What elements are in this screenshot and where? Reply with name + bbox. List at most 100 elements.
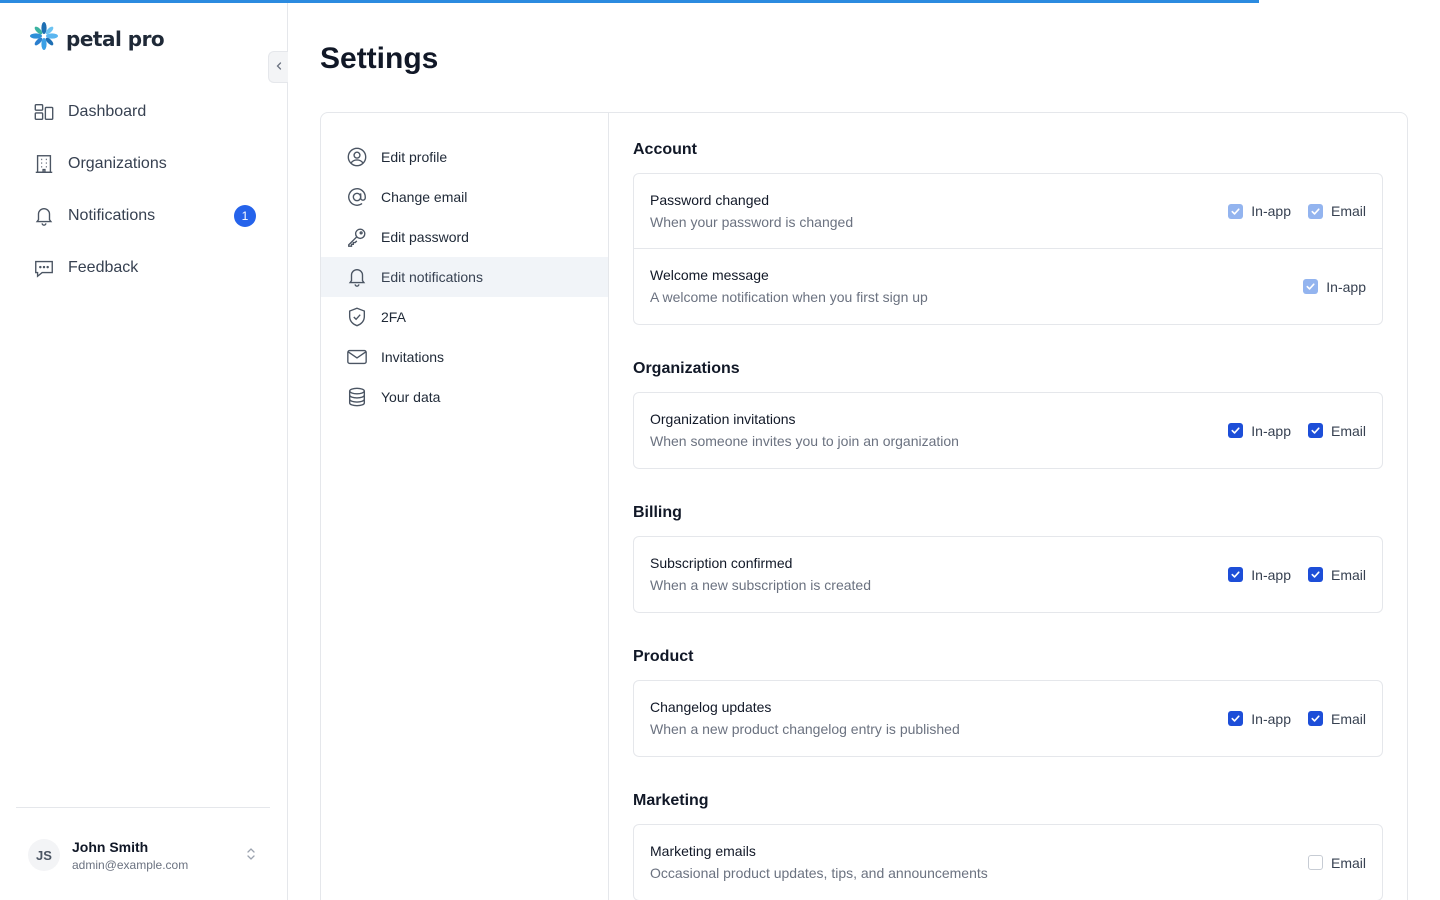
organizations-notifications-card: Organization invitations When someone in… [633, 392, 1383, 469]
chevron-up-down-icon [244, 846, 258, 867]
sidebar-item-notifications[interactable]: Notifications 1 [16, 190, 272, 242]
settings-nav-label: Edit profile [381, 149, 448, 165]
checkbox[interactable] [1228, 711, 1244, 726]
sidebar-item-label: Organizations [68, 155, 167, 172]
billing-notifications-card: Subscription confirmed When a new subscr… [633, 536, 1383, 613]
checkbox-label: Email [1330, 203, 1366, 219]
notification-title: Marketing emails [650, 843, 756, 859]
product-notifications-card: Changelog updates When a new product cha… [633, 680, 1383, 757]
section-title-billing: Billing [633, 504, 682, 521]
checkbox[interactable] [1228, 203, 1244, 219]
user-circle-icon [345, 145, 369, 169]
shield-check-icon [345, 305, 369, 329]
page-title: Settings [320, 42, 439, 75]
checkbox[interactable] [1228, 567, 1244, 582]
notification-description: When a new product changelog entry is pu… [650, 721, 960, 737]
checkbox-label: Email [1330, 710, 1366, 727]
collapse-sidebar-button[interactable] [268, 51, 288, 83]
checkbox-label: In-app [1326, 278, 1366, 295]
sidebar-item-organizations[interactable]: Organizations [16, 138, 272, 190]
email-checkbox-option[interactable]: Email [1307, 710, 1366, 727]
notification-title: Password changed [650, 192, 770, 208]
notification-row: Welcome message A welcome notification w… [634, 249, 1382, 324]
checkbox[interactable] [1307, 423, 1323, 438]
settings-nav: Edit profile Change email Edit password … [321, 113, 609, 900]
notification-row: Password changed When your password is c… [634, 174, 1382, 249]
settings-panel: Edit profile Change email Edit password … [320, 112, 1408, 900]
email-checkbox-option[interactable]: Email [1307, 203, 1366, 219]
notification-description: A welcome notification when you first si… [650, 289, 928, 305]
user-menu[interactable]: JS John Smith admin@example.com [28, 836, 260, 874]
in-app-checkbox-option[interactable]: In-app [1303, 279, 1366, 295]
avatar: JS [28, 839, 60, 871]
checkbox-label: In-app [1251, 422, 1291, 439]
marketing-notifications-card: Marketing emails Occasional product upda… [633, 824, 1383, 900]
notification-description: When a new subscription is created [650, 577, 871, 593]
notification-count-badge: 1 [234, 205, 256, 227]
user-name: John Smith [72, 838, 149, 855]
settings-nav-label: Invitations [381, 349, 445, 365]
section-title-account: Account [633, 141, 697, 158]
in-app-checkbox-option[interactable]: In-app [1228, 203, 1291, 219]
in-app-checkbox-option[interactable]: In-app [1228, 423, 1291, 439]
email-checkbox-option[interactable]: Email [1307, 567, 1366, 583]
checkbox[interactable] [1228, 423, 1244, 438]
sidebar-item-dashboard[interactable]: Dashboard [16, 86, 272, 138]
chat-icon [32, 256, 56, 280]
notification-row: Organization invitations When someone in… [634, 393, 1382, 468]
settings-nav-your-data[interactable]: Your data [321, 377, 608, 417]
checkbox[interactable] [1307, 567, 1323, 582]
checkbox[interactable] [1303, 279, 1319, 294]
chevron-left-icon [274, 60, 284, 74]
section-title-marketing: Marketing [633, 792, 709, 809]
notification-title: Welcome message [650, 267, 769, 283]
notification-title: Changelog updates [650, 699, 772, 715]
sidebar-divider [16, 807, 270, 808]
settings-nav-label: 2FA [381, 309, 406, 325]
envelope-icon [345, 345, 369, 369]
in-app-checkbox-option[interactable]: In-app [1228, 567, 1291, 583]
at-sign-icon [345, 185, 369, 209]
sidebar-item-feedback[interactable]: Feedback [16, 242, 272, 294]
petal-logo-icon [28, 20, 60, 57]
checkbox-label: Email [1330, 422, 1366, 439]
settings-nav-2fa[interactable]: 2FA [321, 297, 608, 337]
sidebar: petal pro Dashboard Organizations Notifi… [0, 0, 288, 900]
sidebar-item-label: Dashboard [68, 103, 147, 120]
notification-description: Occasional product updates, tips, and an… [650, 865, 988, 881]
settings-nav-edit-notifications[interactable]: Edit notifications [321, 257, 608, 297]
account-notifications-card: Password changed When your password is c… [633, 173, 1383, 325]
in-app-checkbox-option[interactable]: In-app [1228, 711, 1291, 727]
notification-description: When your password is changed [650, 214, 854, 230]
settings-nav-label: Change email [381, 189, 468, 205]
checkbox-label: In-app [1251, 203, 1291, 219]
settings-nav-edit-password[interactable]: Edit password [321, 217, 608, 257]
settings-nav-edit-profile[interactable]: Edit profile [321, 137, 608, 177]
page-load-progress-bar [0, 0, 1259, 3]
bell-icon [345, 265, 369, 289]
notification-title: Subscription confirmed [650, 555, 793, 571]
checkbox[interactable] [1307, 711, 1323, 726]
settings-nav-change-email[interactable]: Change email [321, 177, 608, 217]
checkbox-label: Email [1330, 854, 1366, 871]
settings-nav-invitations[interactable]: Invitations [321, 337, 608, 377]
email-checkbox-option[interactable]: Email [1307, 854, 1366, 871]
building-icon [32, 152, 56, 176]
email-checkbox-option[interactable]: Email [1307, 422, 1366, 439]
sidebar-item-label: Feedback [68, 259, 139, 276]
notification-description: When someone invites you to join an orga… [650, 433, 959, 449]
checkbox[interactable] [1307, 203, 1323, 219]
settings-nav-label: Edit password [381, 229, 469, 245]
checkbox-label: In-app [1251, 710, 1291, 727]
database-icon [345, 385, 369, 409]
sidebar-item-label: Notifications [68, 207, 156, 224]
settings-nav-label: Edit notifications [381, 269, 483, 285]
bell-icon [32, 204, 56, 228]
notification-row: Marketing emails Occasional product upda… [634, 825, 1382, 900]
logo[interactable]: petal pro [28, 20, 165, 57]
user-email: admin@example.com [72, 857, 189, 872]
checkbox-label: In-app [1251, 566, 1291, 583]
notification-row: Changelog updates When a new product cha… [634, 681, 1382, 756]
dashboard-icon [32, 100, 56, 124]
checkbox[interactable] [1307, 855, 1323, 870]
